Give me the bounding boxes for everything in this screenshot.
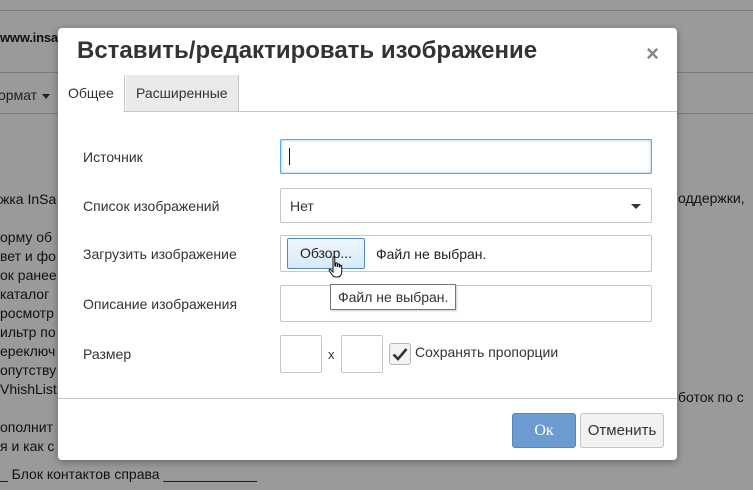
checkmark-icon (392, 348, 408, 361)
ok-button[interactable]: Ок (512, 413, 576, 448)
editor-right-text: оддержки, (678, 190, 745, 206)
editor-line: ереключ (0, 343, 56, 359)
image-list-select[interactable]: Нет (280, 188, 652, 223)
editor-text-lines: жка InSa орму об вет и фо ок ранее катал… (0, 190, 57, 456)
size-separator: x (328, 347, 335, 362)
source-input[interactable] (280, 139, 652, 174)
close-icon[interactable]: × (646, 43, 659, 65)
caret-down-icon (42, 93, 51, 99)
editor-right-text: боток по с (678, 389, 744, 405)
upload-label: Загрузить изображение (83, 246, 237, 262)
editor-bottom-text: _ Блок контактов справа ____________ (0, 466, 257, 482)
insert-image-dialog: Вставить/редактировать изображение × Общ… (58, 28, 677, 460)
file-tooltip: Файл не выбран. (330, 284, 457, 310)
chevron-down-icon (631, 204, 641, 209)
editor-line: ок ранее (0, 267, 57, 283)
editor-top-bar (0, 0, 753, 11)
editor-line: орму об (0, 229, 53, 245)
editor-line: опутству (0, 362, 57, 378)
editor-line: ополнит (0, 419, 53, 435)
keep-proportions-checkbox[interactable] (389, 343, 411, 365)
format-menu-label: ормат (0, 87, 38, 103)
description-label: Описание изображения (83, 296, 238, 312)
width-input[interactable] (280, 335, 322, 373)
keep-proportions-label: Сохранять пропорции (415, 344, 559, 360)
format-menu: ормат (0, 87, 51, 103)
editor-line: каталог (0, 286, 50, 302)
dialog-footer: Ок Отменить (58, 398, 677, 460)
image-list-label: Список изображений (83, 198, 220, 214)
hand-cursor-icon (328, 256, 343, 278)
editor-line: я и как с (0, 438, 55, 454)
editor-line: ильтр по (0, 324, 56, 340)
file-status-text: Файл не выбран. (376, 246, 487, 262)
editor-line: росмотр (0, 305, 54, 321)
cancel-button[interactable]: Отменить (580, 413, 664, 448)
source-label: Источник (83, 149, 143, 165)
tab-advanced[interactable]: Расширенные (126, 75, 239, 111)
tab-general[interactable]: Общее (58, 75, 125, 112)
image-list-value: Нет (290, 198, 314, 214)
browse-button[interactable]: Обзор... (287, 238, 365, 269)
text-caret (289, 148, 290, 165)
editor-line: VhishList (0, 381, 57, 397)
editor-line: вет и фо (0, 248, 56, 264)
size-label: Размер (83, 346, 132, 362)
dialog-tabs: Общее Расширенные (58, 75, 677, 112)
editor-line: жка InSa (0, 191, 57, 207)
height-input[interactable] (341, 335, 383, 373)
dialog-title: Вставить/редактировать изображение (77, 37, 538, 64)
